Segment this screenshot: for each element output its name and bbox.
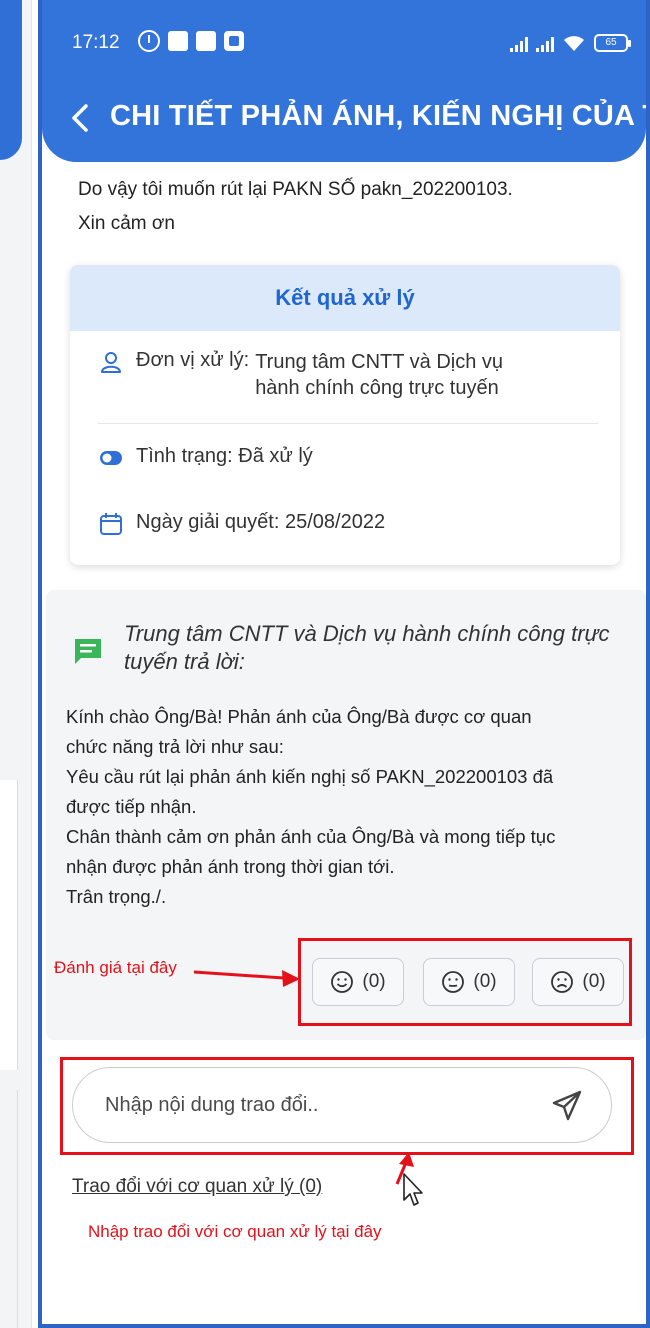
divider [98,423,598,424]
processing-unit-value: hành chính công trực tuyến [255,377,499,399]
gallery-icon [224,31,244,51]
back-arrow-icon[interactable] [68,98,94,138]
reply-body-line: Yêu cầu rút lại phản ánh kiến nghị số PA… [66,766,554,787]
status-text: Tình trạng: Đã xử lý [136,445,313,467]
background-panel [0,1090,18,1328]
status-time: 17:12 [72,32,120,53]
reply-title-line: tuyến trả lời: [124,649,245,674]
request-text-line: Do vậy tôi muốn rút lại PAKN SỐ pakn_202… [78,179,513,200]
user-icon [101,352,121,373]
processing-unit-value: Trung tâm CNTT và Dịch vụ [255,351,504,373]
wifi-icon [564,36,584,51]
signal-icon [510,34,528,52]
screen: 17:12 65 CHI TIẾT PHẢN ÁNH, KIẾN NGHỊ CỦ… [0,0,650,1328]
rate-sad-button[interactable]: (0) [532,958,624,1006]
app-header: 17:12 65 CHI TIẾT PHẢN ÁNH, KIẾN NGHỊ CỦ… [42,0,646,162]
result-card-heading: Kết quả xử lý [70,265,620,331]
sad-face-icon [551,971,574,993]
signal-icon [536,34,554,52]
status-bar: 17:12 65 [42,0,646,80]
notification-square-icon [196,31,216,51]
processing-unit-row: Đơn vị xử lý: Trung tâm CNTT và Dịch vụ … [98,349,503,401]
message-input[interactable] [105,1093,525,1117]
reply-body-line: nhận được phản ánh trong thời gian tới. [66,856,395,877]
neutral-face-icon [442,971,465,993]
reply-body-line: chức năng trả lời như sau: [66,736,284,757]
processing-unit-label: Đơn vị xử lý: [136,349,250,371]
resolution-date-text: Ngày giải quyết: 25/08/2022 [136,511,386,533]
battery-icon: 65 [594,34,631,52]
notification-square-icon [168,31,188,51]
alarm-icon [138,30,160,52]
background-card [0,780,18,1070]
notification-icons [138,30,244,52]
reply-body: Kính chào Ông/Bà! Phản ánh của Ông/Bà đư… [66,702,641,912]
smile-icon [331,971,354,993]
reply-body-line: Chân thành cảm ơn phản ánh của Ông/Bà và… [66,826,556,847]
sad-count: (0) [582,971,606,992]
status-row: Tình trạng: Đã xử lý [98,445,313,471]
background-screen [0,0,32,1328]
exchange-annotation: Nhập trao đổi với cơ quan xử lý tại đây [88,1222,382,1241]
exchange-with-agency-link[interactable]: Trao đổi với cơ quan xử lý (0) [72,1176,322,1198]
system-icons: 65 [510,30,631,52]
reply-title-line: Trung tâm CNTT và Dịch vụ hành chính côn… [124,621,610,646]
reply-title: Trung tâm CNTT và Dịch vụ hành chính côn… [124,620,644,676]
calendar-icon [100,513,122,535]
send-icon[interactable] [549,1088,585,1124]
rating-annotation: Đánh giá tại đây [54,958,177,977]
toggle-icon [100,451,122,465]
annotation-arrow-icon [193,970,300,987]
reply-body-line: Kính chào Ông/Bà! Phản ánh của Ông/Bà đư… [66,706,532,727]
phone-frame: 17:12 65 CHI TIẾT PHẢN ÁNH, KIẾN NGHỊ CỦ… [38,0,650,1328]
resolution-date-row: Ngày giải quyết: 25/08/2022 [98,511,385,537]
request-text-line: Xin cảm ơn [78,213,175,234]
rate-happy-button[interactable]: (0) [312,958,404,1006]
message-input-wrapper [72,1067,612,1143]
reply-body-line: Trân trọng./. [66,886,167,907]
background-header [0,0,22,160]
reply-body-line: được tiếp nhận. [66,796,197,817]
rate-neutral-button[interactable]: (0) [423,958,515,1006]
mouse-cursor-icon [403,1173,423,1206]
happy-count: (0) [362,971,386,992]
page-title: CHI TIẾT PHẢN ÁNH, KIẾN NGHỊ CỦA TÔI [110,100,650,132]
neutral-count: (0) [473,971,497,992]
result-card: Kết quả xử lý Đơn vị xử lý: Trung tâm CN… [70,265,620,565]
chat-message-icon [75,639,101,664]
